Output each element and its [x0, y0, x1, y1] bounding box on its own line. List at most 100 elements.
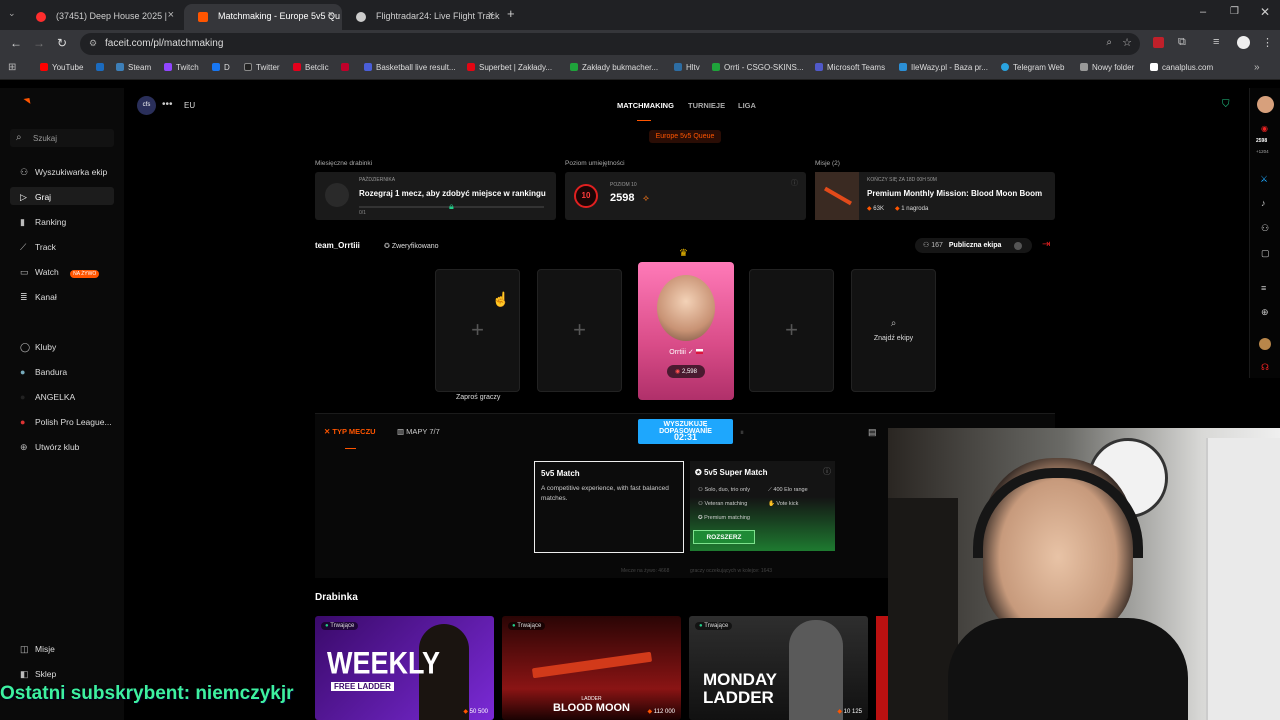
close-icon[interactable]: × [488, 9, 494, 21]
plus-circle-icon[interactable]: ⊕ [1261, 307, 1269, 318]
nav-matchmaking[interactable]: MATCHMAKING [617, 101, 674, 110]
sidebar-club-bandura[interactable]: ● Bandura [20, 367, 67, 377]
ladder-card-weekly[interactable]: ● Trwające WEEKLY FREE LADDER ◆ 50 500 [315, 616, 494, 720]
toggle-switch[interactable] [1014, 242, 1022, 250]
zoom-icon[interactable]: ⌕ [1106, 37, 1112, 48]
club-logo[interactable]: cfs [137, 96, 156, 115]
close-icon[interactable]: × [168, 9, 174, 21]
apps-icon[interactable]: ⊞ [8, 62, 16, 73]
extension-icon[interactable] [1153, 37, 1164, 48]
sidebar-club-angelka[interactable]: ● ANGELKA [20, 392, 75, 402]
faceit-logo-icon[interactable] [17, 98, 31, 106]
option-super-match[interactable]: ✪ 5v5 Super Match ⓘ ⚇ Solo, duo, trio on… [690, 461, 835, 551]
public-party-toggle[interactable]: ⚇ 167 Publiczna ekipa [915, 238, 1032, 253]
info-icon[interactable]: ⓘ [791, 178, 798, 188]
player-card[interactable]: Orrtiii ✓ ◉ 2,598 [638, 262, 734, 400]
bookmark-hltv[interactable]: Hltv [674, 63, 700, 72]
star-icon[interactable]: ☆ [1122, 36, 1132, 49]
bookmark-telegram[interactable]: Telegram Web [1001, 63, 1064, 72]
bookmark-ilewazy[interactable]: IleWazy.pl - Baza pr... [899, 63, 988, 72]
sidebar-create-club[interactable]: ⊕ Utwórz klub [20, 442, 79, 453]
ladder-card-blood-moon[interactable]: ● Trwające LADDER BLOOD MOON ◆ 112 000 [502, 616, 681, 720]
region-label[interactable]: EU [184, 101, 195, 110]
window-close-button[interactable]: ✕ [1260, 5, 1270, 19]
info-icon[interactable]: ⓘ [823, 466, 831, 477]
tab-list-icon[interactable]: ⌄ [8, 8, 16, 19]
sidebar-item-missions[interactable]: ◫ Misje [20, 644, 55, 655]
sidebar-club-ppl[interactable]: ● Polish Pro League... [20, 417, 112, 427]
bookmark-folder[interactable]: Nowy folder [1080, 63, 1134, 72]
bell-icon[interactable]: ♪ [1261, 198, 1266, 208]
nav-league[interactable]: LIGA [738, 101, 756, 110]
sidebar-item-clubs[interactable]: ◯ Kluby [20, 342, 56, 353]
queue-badge[interactable]: Europe 5v5 Queue [649, 130, 721, 143]
extensions-puzzle-icon[interactable]: ⧉ [1178, 36, 1186, 49]
pause-icon[interactable]: ⏸ [740, 428, 744, 438]
minimize-button[interactable]: – [1200, 6, 1206, 18]
mission-card[interactable]: KOŃCZY SIĘ ZA 18D 00H 50M Premium Monthl… [815, 172, 1055, 220]
profile-avatar[interactable] [1237, 36, 1250, 49]
find-party-slot[interactable]: ⌕ Znajdź ekipy [851, 269, 936, 392]
sliders-icon[interactable]: ≡ [1261, 283, 1266, 293]
menu-icon[interactable]: ⋮ [1262, 36, 1273, 49]
more-icon[interactable]: ••• [162, 99, 173, 110]
bookmark-twitter[interactable]: Twitter [244, 63, 280, 72]
media-icon[interactable]: ≡ [1213, 36, 1219, 48]
sidebar-item-track[interactable]: ⟋ Track [20, 242, 56, 253]
ladder-card-monday[interactable]: ● Trwające MONDAY LADDER ◆ 10 125 [689, 616, 868, 720]
server-icon[interactable]: ▤ [868, 427, 877, 438]
nav-active-underline [637, 120, 651, 121]
search-input[interactable]: ⌕ Szukaj [10, 129, 114, 147]
friends-icon[interactable]: ⚇ [1261, 223, 1269, 234]
maximize-button[interactable]: ❐ [1230, 6, 1239, 17]
bookmark-teams[interactable]: Microsoft Teams [815, 63, 885, 72]
tab-youtube[interactable]: (37451) Deep House 2025 | × [22, 4, 182, 30]
ladder-card-next[interactable] [876, 616, 888, 720]
sidebar-item-team-finder[interactable]: ⚇ Wyszukiwarka ekip [20, 167, 107, 178]
tab-match-type[interactable]: ✕ TYP MECZU [324, 427, 376, 436]
friend-avatar[interactable] [1259, 338, 1271, 350]
tab-flightradar[interactable]: Flightradar24: Live Flight Track × [342, 4, 502, 30]
bookmark-steam[interactable] [96, 63, 108, 72]
tab-faceit[interactable]: Matchmaking - Europe 5v5 Qu × [184, 4, 342, 30]
versus-icon[interactable]: ⚔ [1260, 174, 1268, 185]
sidebar-item-play[interactable]: ▷ Graj [20, 192, 51, 203]
tab-maps[interactable]: ▥ MAPY 7/7 [397, 427, 440, 436]
close-icon[interactable]: × [328, 9, 334, 21]
site-info-icon[interactable]: ⚙ [89, 38, 97, 49]
chat-icon[interactable]: ▢ [1261, 248, 1270, 259]
new-tab-button[interactable]: + [507, 6, 515, 21]
option-5v5-match[interactable]: 5v5 Match A competitive experience, with… [534, 461, 684, 553]
bookmark-orrti[interactable]: Orrti - CSGO-SKINS... [712, 63, 804, 72]
back-icon[interactable]: ← [10, 36, 22, 50]
user-avatar[interactable] [1257, 96, 1274, 113]
forward-icon[interactable]: → [33, 36, 45, 50]
leave-party-icon[interactable]: ⇥ [1042, 239, 1050, 250]
bookmark-zaklady[interactable]: Zakłady bukmacher... [570, 63, 658, 72]
empty-slot[interactable]: + [749, 269, 834, 392]
reload-icon[interactable]: ↻ [57, 36, 67, 50]
bookmark-d[interactable]: D [212, 63, 230, 72]
headset-icon[interactable]: ☊ [1261, 362, 1269, 373]
bookmark-steam[interactable]: Steam [116, 63, 151, 72]
bookmark-canalplus[interactable]: canalplus.com [1150, 63, 1213, 72]
bookmark-basketball[interactable]: Basketball live result... [364, 63, 456, 72]
bookmark-youtube[interactable]: YouTube [40, 63, 83, 72]
empty-slot-invite[interactable]: + [435, 269, 520, 392]
url-field[interactable]: ⚙ faceit.com/pl/matchmaking ⌕ ☆ [80, 33, 1140, 55]
bookmark-superbet[interactable]: Superbet | Zakłady... [467, 63, 552, 72]
sidebar-item-channel[interactable]: ≣ Kanał [20, 292, 57, 303]
nav-tournaments[interactable]: TURNIEJE [688, 101, 725, 110]
searching-button[interactable]: WYSZUKUJĘ DOPASOWANIE 02:31 [638, 419, 733, 444]
bookmark-betclic[interactable]: Betclic [293, 63, 329, 72]
bookmark-extra[interactable] [341, 63, 353, 72]
expand-button[interactable]: ROZSZERZ [693, 530, 755, 544]
skill-level-card[interactable]: 10 POZIOM 10 2598 ⟡ ⓘ [565, 172, 806, 220]
sidebar-item-watch[interactable]: ▭ Watch NA ŻYWO [20, 267, 100, 278]
sidebar-item-ranking[interactable]: ▮ Ranking [20, 217, 66, 228]
monthly-ladder-card[interactable]: PAŹDZIERNIKA Rozegraj 1 mecz, aby zdobyć… [315, 172, 556, 220]
sidebar-item-shop[interactable]: ◧ Sklep [20, 669, 56, 680]
more-bookmarks-icon[interactable]: » [1254, 62, 1260, 73]
empty-slot[interactable]: + [537, 269, 622, 392]
bookmark-twitch[interactable]: Twitch [164, 63, 199, 72]
